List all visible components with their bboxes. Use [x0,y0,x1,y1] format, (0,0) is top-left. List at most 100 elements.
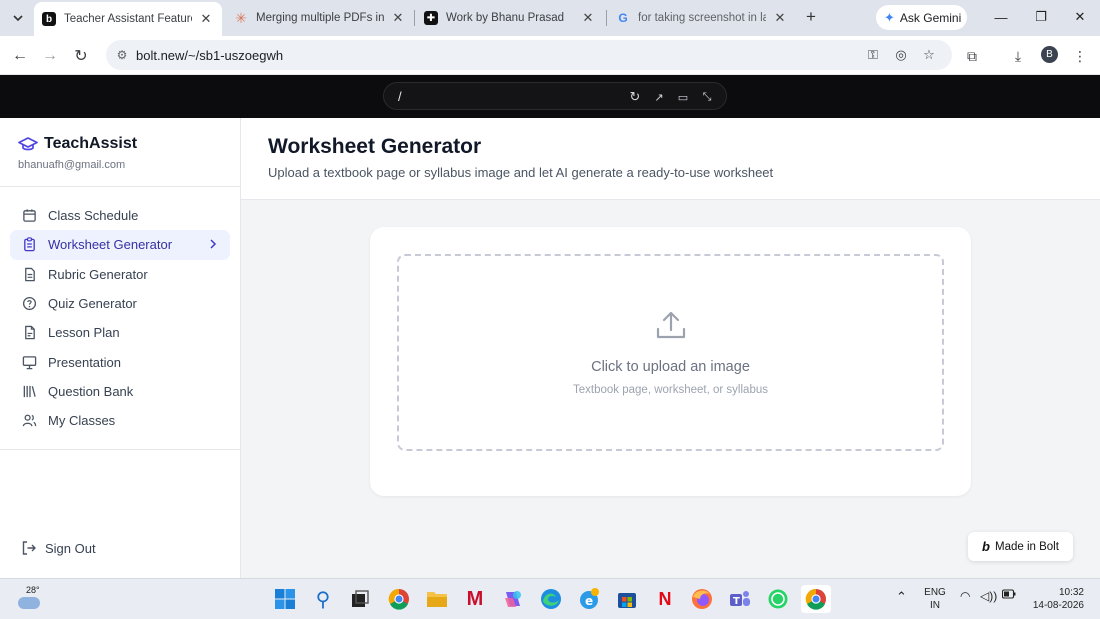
sidebar-item-label: Presentation [48,354,121,370]
preview-address-field[interactable]: / ↻ ↗ ▭ ⤡ [383,82,727,110]
volume-icon[interactable]: ◁)) [980,589,997,603]
chevron-right-icon [210,239,217,249]
address-bar[interactable]: ⚙ bolt.new/~/sb1-uszoegwh ⚿ ◎ ☆ [106,40,952,70]
sidebar-item-label: Class Schedule [48,208,139,224]
language-code: ENG [924,587,946,598]
user-email: bhanuafh@gmail.com [18,159,126,171]
bolt-preview-bar: / ↻ ↗ ▭ ⤡ [0,75,1100,118]
close-tab-icon[interactable]: ✕ [390,10,406,26]
extensions-icon[interactable]: ⧉ [960,44,984,68]
open-external-icon[interactable]: ↗ [651,89,667,105]
device-preview-icon[interactable]: ▭ [675,89,691,105]
mcafee-icon[interactable]: M [463,587,487,611]
search-icon[interactable]: ⚲ [311,587,335,611]
log-out-icon [22,541,36,555]
main-content: Worksheet Generator Upload a textbook pa… [241,118,1100,578]
sidebar-item-class-schedule[interactable]: Class Schedule [10,201,230,230]
sidebar-item-presentation[interactable]: Presentation [10,347,230,376]
sidebar-item-quiz-generator[interactable]: Quiz Generator [10,289,230,318]
sidebar-item-label: Question Bank [48,383,134,399]
firefox-icon[interactable] [690,587,714,611]
reload-icon[interactable]: ↻ [68,43,94,69]
copilot-icon[interactable] [501,587,525,611]
brand: TeachAssist [18,135,137,153]
task-view-icon[interactable] [348,587,372,611]
divider [0,449,240,450]
google-favicon-icon: G [618,11,628,25]
download-icon[interactable]: ⤓ [1006,44,1030,68]
calendar-icon [21,208,37,224]
close-tab-icon[interactable]: ✕ [580,10,596,26]
input-language[interactable]: ENG IN [918,586,952,612]
preview-path[interactable]: / [398,89,402,104]
battery-icon[interactable] [1001,589,1016,602]
page-subtitle: Upload a textbook page or syllabus image… [268,165,774,180]
ie-assist-icon[interactable]: e [577,587,601,611]
cloud-icon [18,597,40,609]
help-circle-icon [21,296,37,312]
sidebar-item-my-classes[interactable]: My Classes [10,406,230,435]
gemini-label: Ask Gemini [899,10,962,25]
chrome-icon[interactable] [387,587,411,611]
browser-tab-1[interactable]: ✳ Merging multiple PDFs into ✕ [226,4,414,32]
show-hidden-icons-icon[interactable]: ⌃ [896,589,907,605]
upload-title: Click to upload an image [591,359,750,375]
password-key-icon[interactable]: ⚿ [864,46,882,64]
sidebar-item-lesson-plan[interactable]: Lesson Plan [10,318,230,347]
eye-off-icon[interactable]: ◎ [892,46,910,64]
microsoft-store-icon[interactable] [615,587,639,611]
sidebar-item-label: Worksheet Generator [48,237,173,253]
image-upload-dropzone[interactable]: Click to upload an image Textbook page, … [397,254,944,451]
tab-search-button[interactable] [6,6,30,30]
profile-avatar[interactable]: B [1041,46,1058,63]
sign-out-button[interactable]: Sign Out [21,540,96,556]
sidebar-item-label: My Classes [48,413,116,429]
sidebar-item-rubric-generator[interactable]: Rubric Generator [10,260,230,289]
site-favicon-icon: ✚ [424,11,438,25]
url-text[interactable]: bolt.new/~/sb1-uszoegwh [136,48,283,63]
refresh-icon[interactable]: ↻ [627,89,643,105]
bookmark-star-icon[interactable]: ☆ [920,46,938,64]
edge-icon[interactable] [539,587,563,611]
chevron-down-icon [13,15,23,22]
close-window-icon[interactable]: ✕ [1065,6,1095,28]
clipboard-icon [21,237,37,253]
windows-taskbar: 28° ⚲ M e N T ⌃ ENG IN ◠ ◁)) 10:32 14-08… [0,578,1100,619]
site-info-icon[interactable]: ⚙ [114,47,130,63]
page-header: Worksheet Generator Upload a textbook pa… [241,118,1100,200]
tab-title: for taking screenshot in lapt [638,12,766,24]
close-tab-icon[interactable]: ✕ [198,11,214,27]
forward-arrow-icon[interactable]: → [37,43,63,69]
graduation-cap-icon [18,137,38,151]
file-explorer-icon[interactable] [425,587,449,611]
sidebar-item-worksheet-generator[interactable]: Worksheet Generator [10,230,230,260]
clock-time: 10:32 [1058,587,1084,598]
system-clock[interactable]: 10:32 14-08-2026 [1020,586,1084,612]
browser-tab-0[interactable]: b Teacher Assistant Feature Su ✕ [34,2,222,36]
restore-window-icon[interactable]: ❐ [1026,6,1056,28]
weather-widget[interactable]: 28° [16,585,46,613]
chrome-active-icon[interactable] [801,585,831,613]
teams-icon[interactable]: T [728,587,752,611]
browser-tab-strip: b Teacher Assistant Feature Su ✕ ✳ Mergi… [0,0,1100,36]
divider [0,186,240,187]
browser-tab-2[interactable]: ✚ Work by Bhanu Prasad ✕ [416,4,604,32]
tab-title: Work by Bhanu Prasad [446,12,565,24]
wifi-icon[interactable]: ◠ [960,589,970,603]
more-menu-icon[interactable]: ⋮ [1068,44,1092,68]
whatsapp-icon[interactable] [766,587,790,611]
windows-start-icon[interactable] [273,587,297,611]
sidebar-item-question-bank[interactable]: Question Bank [10,377,230,406]
browser-toolbar: ← → ↻ ⚙ bolt.new/~/sb1-uszoegwh ⚿ ◎ ☆ ⧉ … [0,36,1100,75]
bolt-favicon-icon: b [42,12,56,26]
back-arrow-icon[interactable]: ← [7,43,33,69]
ask-gemini-button[interactable]: ✦ Ask Gemini [876,5,967,30]
new-tab-button[interactable]: + [800,6,822,28]
users-icon [21,413,37,429]
browser-tab-3[interactable]: G for taking screenshot in lapt ✕ [608,4,796,32]
made-in-bolt-badge[interactable]: b Made in Bolt [968,532,1073,561]
close-tab-icon[interactable]: ✕ [772,10,788,26]
minimize-window-icon[interactable]: — [986,6,1016,28]
netflix-icon[interactable]: N [653,587,677,611]
exit-fullscreen-icon[interactable]: ⤡ [699,89,715,105]
